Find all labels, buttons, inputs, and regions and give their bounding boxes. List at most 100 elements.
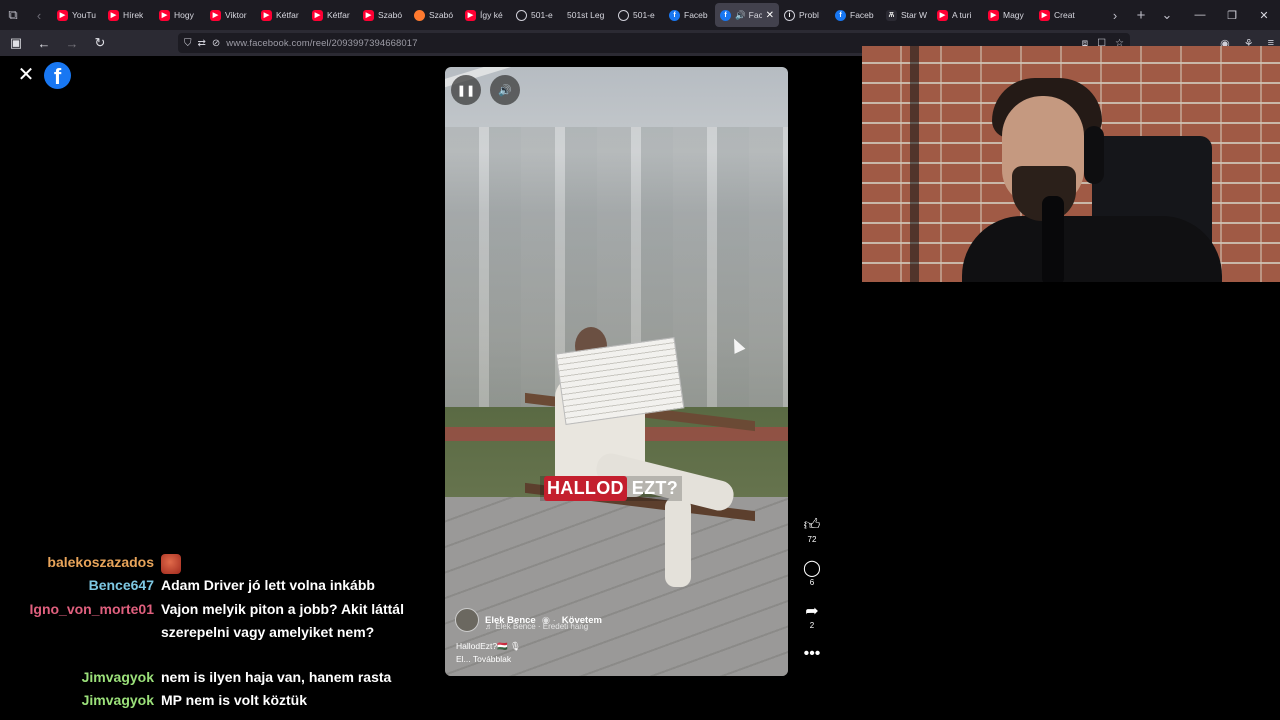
minimize-icon[interactable]: — <box>1184 9 1216 21</box>
browser-tab-title: Szabó <box>429 10 454 20</box>
youtube-icon: ▶ <box>210 9 221 21</box>
scroll-tabs-right-icon[interactable]: › <box>1102 0 1128 30</box>
tab-list-icon[interactable]: ⧉ <box>0 0 26 30</box>
youtube-icon: ▶ <box>159 9 170 21</box>
caption-highlight-word: HALLOD <box>544 476 627 501</box>
browser-tab[interactable]: Ѫ Star W <box>881 3 932 27</box>
list-all-tabs-icon[interactable]: ⌄ <box>1154 0 1180 30</box>
starwars-icon: Ѫ <box>886 9 897 21</box>
chat-text: nem is ilyen haja van, hanem rasta <box>161 669 392 685</box>
youtube-icon: ▶ <box>363 9 374 21</box>
info-icon: i <box>784 9 795 21</box>
browser-tab[interactable]: f Faceb <box>664 3 715 27</box>
browser-tab[interactable]: 501-e <box>511 3 562 27</box>
youtube-icon: ▶ <box>261 9 272 21</box>
youtube-icon: ▶ <box>465 9 476 21</box>
more-options-action[interactable]: ••• <box>800 645 824 663</box>
moon-icon <box>414 9 425 21</box>
tab-audio-icon[interactable]: 🔊 <box>735 10 745 21</box>
browser-tab-title: 501-e <box>633 10 655 20</box>
sidebar-toggle-icon[interactable]: ▣ <box>4 31 28 55</box>
browser-tab[interactable]: 501st Leg <box>562 3 613 27</box>
youtube-icon: ▶ <box>1039 9 1050 21</box>
browser-tab[interactable]: ▶ Hírek <box>103 3 154 27</box>
scroll-tabs-left-icon[interactable]: ‹ <box>26 0 52 30</box>
like-action[interactable]: 👍︎ 72 <box>800 517 824 545</box>
volume-button[interactable]: 🔊 <box>490 75 520 105</box>
close-reel-icon[interactable]: ✕ <box>17 65 35 85</box>
browser-tab[interactable]: f 🔊 Fac ✕ <box>715 3 779 27</box>
stream-chat-overlay: balekoszazados Bence647 Adam Driver jó l… <box>0 540 440 720</box>
youtube-icon: ▶ <box>937 9 948 21</box>
like-count: 72 <box>807 535 817 544</box>
permissions-icon[interactable]: ⇄ <box>198 38 206 49</box>
browser-tab[interactable]: ▶ Kétfar <box>307 3 358 27</box>
youtube-icon: ▶ <box>988 9 999 21</box>
youtube-icon: ▶ <box>108 9 119 21</box>
browser-tab[interactable]: ▶ Így ké <box>460 3 511 27</box>
chat-text: Adam Driver jó lett volna inkább <box>161 577 375 593</box>
chat-username: Igno_von_morte01 <box>29 601 154 617</box>
browser-tab[interactable]: ▶ Creat <box>1034 3 1085 27</box>
comment-icon[interactable]: ◯ <box>800 560 824 578</box>
browser-tab[interactable]: ▶ Hogy <box>154 3 205 27</box>
webcam-overlay <box>862 46 1280 282</box>
chat-username: Bence647 <box>88 577 154 593</box>
chat-username: Jimvagyok <box>81 692 154 708</box>
shield-icon[interactable]: ⛉ <box>184 38 192 49</box>
browser-tab-title: Kétfar <box>276 10 299 20</box>
browser-tab-title: Probl <box>799 10 819 20</box>
browser-tab[interactable]: 501-e <box>613 3 664 27</box>
restore-icon[interactable]: ❐ <box>1216 9 1248 22</box>
audio-attribution[interactable]: ♬ Elek Bence · Eredeti hang <box>485 622 588 631</box>
share-count: 2 <box>809 621 815 630</box>
facebook-logo-icon[interactable]: f <box>44 62 71 89</box>
new-tab-icon[interactable]: + <box>1128 0 1154 30</box>
browser-tab[interactable]: ▶ Viktor <box>205 3 256 27</box>
browser-tab-title: Kétfar <box>327 10 350 20</box>
youtube-icon: ▶ <box>312 9 323 21</box>
browser-tab[interactable]: f Faceb <box>830 3 881 27</box>
browser-tab-title: 501st Leg <box>567 10 605 20</box>
close-tab-icon[interactable]: ✕ <box>766 10 774 21</box>
forward-icon[interactable]: → <box>60 31 84 55</box>
browser-tab[interactable]: ▶ YouTu <box>52 3 103 27</box>
browser-tab-title: Hogy <box>174 10 194 20</box>
more-options-icon[interactable]: ••• <box>800 645 824 663</box>
browser-tab[interactable]: ▶ Magy <box>983 3 1034 27</box>
pause-button[interactable]: ❚❚ <box>451 75 481 105</box>
like-icon[interactable]: 👍︎ <box>800 517 824 535</box>
browser-tab[interactable]: Szabó <box>409 3 460 27</box>
facebook-icon: f <box>669 9 680 21</box>
browser-tab[interactable]: ▶ A turi <box>932 3 983 27</box>
browser-tab[interactable]: ▶ Kétfar <box>256 3 307 27</box>
browser-tab-title: Fac <box>748 10 762 20</box>
video-caption: HALLOD EZT? <box>540 476 682 501</box>
author-avatar[interactable] <box>455 608 479 632</box>
browser-tab-bar: ⧉ ‹ ▶ YouTu ▶ Hírek ▶ Hogy ▶ Viktor ▶ Kétfar ▶ Kétf… <box>0 0 1280 30</box>
chat-text <box>161 551 411 574</box>
back-icon[interactable]: ← <box>32 31 56 55</box>
browser-tab-title: YouTu <box>72 10 96 20</box>
browser-tab-title: Szabó <box>378 10 403 20</box>
reload-icon[interactable]: ↻ <box>88 31 112 55</box>
facebook-icon: f <box>835 9 846 21</box>
window-controls: — ❐ ✕ <box>1184 0 1280 30</box>
browser-tab[interactable]: ▶ Szabó <box>358 3 409 27</box>
comment-action[interactable]: ◯ 6 <box>800 560 824 588</box>
browser-tab-title: Star W <box>901 10 927 20</box>
close-window-icon[interactable]: ✕ <box>1248 9 1280 22</box>
url-text[interactable]: www.facebook.com/reel/2093997394668017 <box>226 38 417 49</box>
comment-count: 6 <box>809 578 815 587</box>
reel-see-more[interactable]: El... Továbblak <box>456 654 511 664</box>
share-icon[interactable]: ➦ <box>800 603 824 621</box>
tab-strip: ▶ YouTu ▶ Hírek ▶ Hogy ▶ Viktor ▶ Kétfar ▶ Kétfar ▶ S… <box>52 0 1102 30</box>
browser-tab-title: Creat <box>1054 10 1075 20</box>
share-action[interactable]: ➦ 2 <box>800 603 824 631</box>
facebook-icon: f <box>720 9 731 21</box>
browser-tab-title: A turi <box>952 10 972 20</box>
lock-slash-icon[interactable]: ⊘ <box>212 38 220 49</box>
browser-tab-title: 501-e <box>531 10 553 20</box>
reel-video[interactable]: ❚❚ 🔊 HALLOD EZT? Elek Bence ◉ · Követem … <box>445 67 788 676</box>
browser-tab[interactable]: i Probl <box>779 3 830 27</box>
